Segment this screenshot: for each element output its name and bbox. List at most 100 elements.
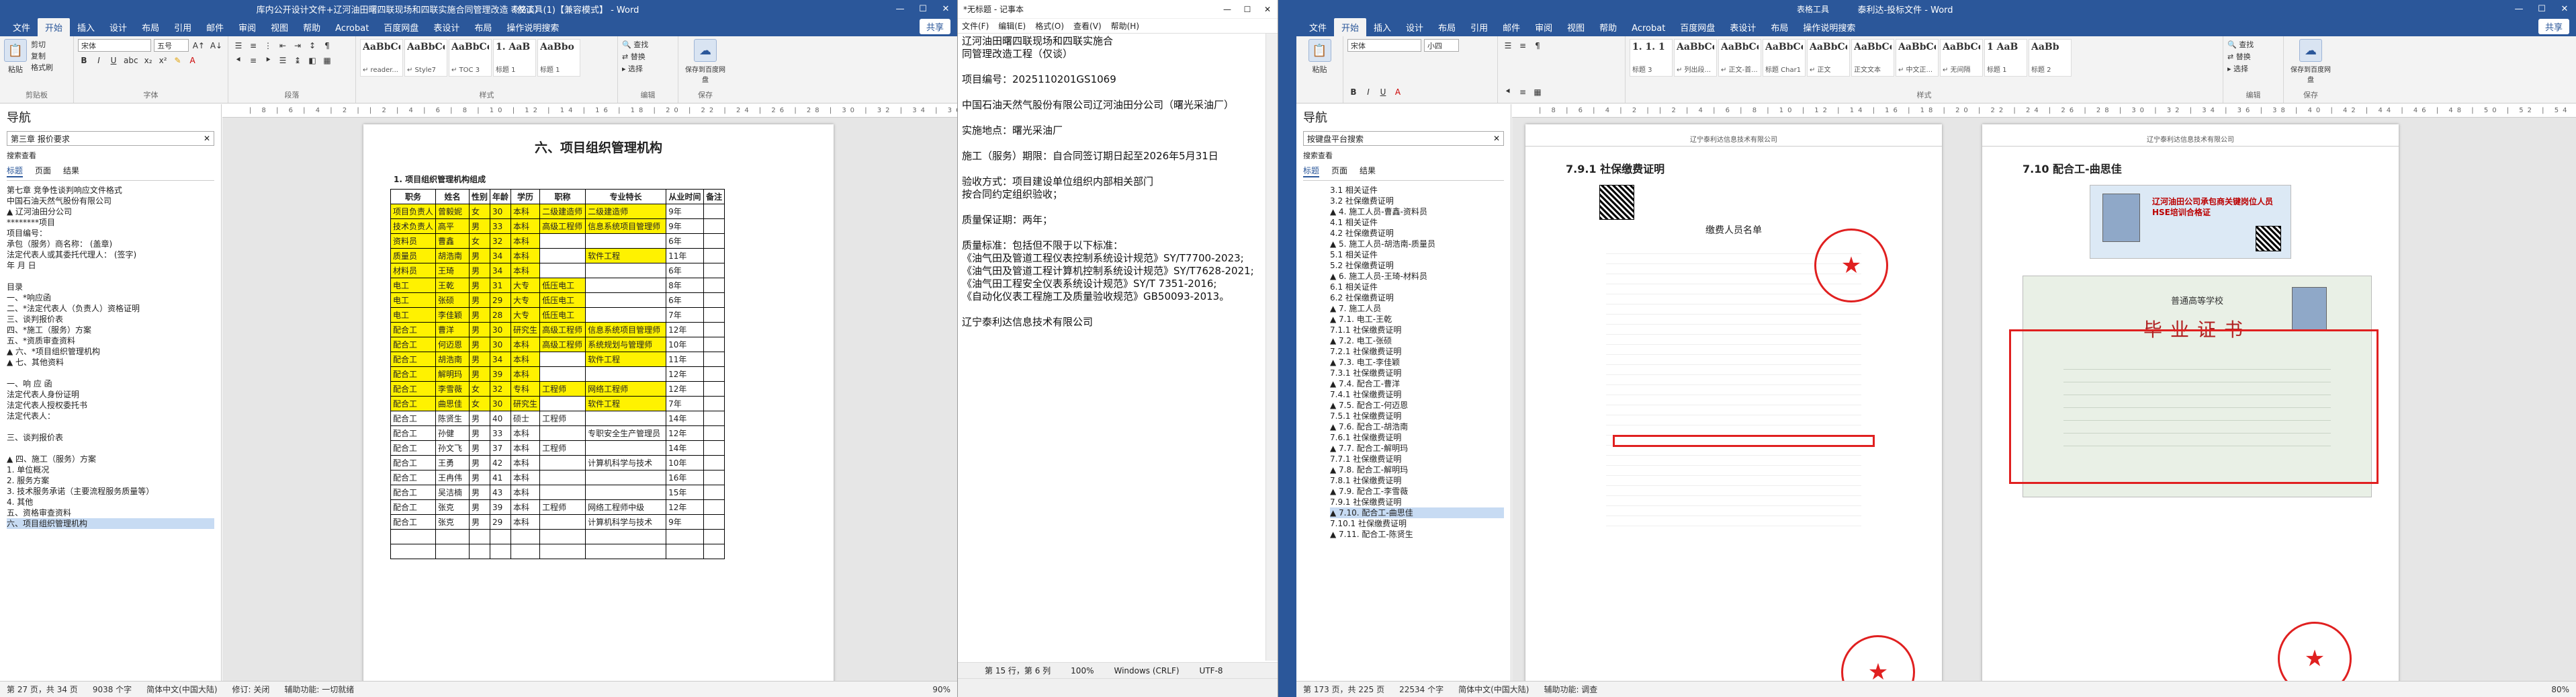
find-button[interactable]: 🔍 查找 bbox=[622, 39, 674, 51]
nav-heading-item[interactable]: 承包（服务）商名称： (盖章) bbox=[7, 239, 214, 249]
table-cell[interactable]: 男 bbox=[469, 337, 491, 352]
table-cell[interactable]: 33 bbox=[490, 425, 512, 441]
nav-heading-item[interactable]: 7.6.1 社保缴费证明 bbox=[1330, 432, 1504, 443]
menu-item[interactable]: 查看(V) bbox=[1073, 20, 1102, 32]
table-cell[interactable]: 软件工程 bbox=[585, 248, 667, 263]
nav-heading-item[interactable]: ▲ 四、施工（服务）方案 bbox=[7, 454, 214, 464]
table-cell[interactable]: 男 bbox=[469, 411, 491, 426]
font-name-select[interactable]: 宋体 bbox=[1347, 39, 1421, 52]
table-cell[interactable]: 胡浩南 bbox=[435, 248, 470, 263]
style-item[interactable]: AaBbCcDı ↵ Style7 bbox=[404, 39, 447, 77]
tab-13[interactable]: 布局 bbox=[1763, 18, 1795, 36]
table-cell[interactable]: 张硕 bbox=[435, 292, 470, 308]
decrease-indent-icon[interactable]: ⇤ bbox=[277, 39, 289, 52]
table-cell[interactable] bbox=[585, 292, 667, 308]
table-row[interactable]: 配合工 胡浩南男 34 本科 软件工程 11年 bbox=[390, 352, 725, 367]
strikethrough-icon[interactable]: abc bbox=[122, 54, 140, 67]
font-name-select[interactable]: 宋体 bbox=[78, 39, 152, 52]
word-count[interactable]: 9038 个字 bbox=[93, 684, 132, 695]
table-cell[interactable]: 男 bbox=[469, 470, 491, 485]
table-cell[interactable]: 配合工 bbox=[390, 337, 437, 352]
table-cell[interactable]: 配合工 bbox=[390, 381, 437, 397]
table-cell[interactable]: 解明玛 bbox=[435, 366, 470, 382]
nav-heading-item[interactable]: 五、*资质审查资料 bbox=[7, 335, 214, 346]
nav-heading-item[interactable]: 1. 单位概况 bbox=[7, 464, 214, 475]
table-cell[interactable] bbox=[585, 544, 667, 559]
table-cell[interactable]: 9年 bbox=[666, 514, 705, 530]
cut-button[interactable]: 剪切 bbox=[31, 39, 53, 50]
table-cell[interactable] bbox=[585, 366, 667, 382]
shrink-font-icon[interactable]: A↓ bbox=[209, 39, 224, 52]
table-cell[interactable] bbox=[585, 278, 667, 293]
table-cell[interactable]: 曹洋 bbox=[435, 322, 470, 337]
table-cell[interactable]: 43 bbox=[490, 485, 512, 500]
borders-icon[interactable]: ▦ bbox=[1531, 85, 1544, 98]
table-cell[interactable] bbox=[666, 529, 705, 544]
table-cell[interactable] bbox=[703, 514, 725, 530]
table-cell[interactable]: 6年 bbox=[666, 292, 705, 308]
nav-heading-item[interactable]: ▲ 七、其他资料 bbox=[7, 357, 214, 368]
bullets-icon[interactable]: ☰ bbox=[232, 39, 245, 52]
close-icon[interactable]: ✕ bbox=[1257, 5, 1278, 14]
table-cell[interactable]: 10年 bbox=[666, 455, 705, 470]
nav-heading-item[interactable]: 3.2 社保缴费证明 bbox=[1330, 196, 1504, 206]
table-cell[interactable]: 男 bbox=[469, 514, 491, 530]
table-row[interactable] bbox=[390, 529, 725, 544]
close-icon[interactable]: ✕ bbox=[2553, 4, 2576, 14]
table-cell[interactable] bbox=[585, 529, 667, 544]
style-item[interactable]: AaBbCcDı ↵ 中文正... bbox=[1896, 39, 1939, 77]
maximize-icon[interactable]: ☐ bbox=[1237, 5, 1257, 14]
tab-0[interactable]: 文件 bbox=[5, 18, 38, 36]
close-icon[interactable]: ✕ bbox=[934, 4, 957, 14]
tab-11[interactable]: 百度网盘 bbox=[1673, 18, 1722, 36]
tab-6[interactable]: 邮件 bbox=[1495, 18, 1527, 36]
menu-item[interactable]: 编辑(E) bbox=[998, 20, 1026, 32]
format-painter-button[interactable]: 格式刷 bbox=[31, 62, 53, 73]
nav-heading-item[interactable]: 3. 技术服务承诺（主要流程服务质量等） bbox=[7, 486, 214, 497]
table-cell[interactable]: 网络工程师 bbox=[585, 381, 667, 397]
nav-heading-item[interactable]: 4.1 相关证件 bbox=[1330, 217, 1504, 228]
minimize-icon[interactable]: — bbox=[1217, 5, 1237, 14]
nav-heading-item[interactable]: 法定代表人授权委托书 bbox=[7, 400, 214, 411]
nav-heading-item[interactable]: ▲ 7.9. 配合工-李雪薇 bbox=[1330, 486, 1504, 497]
table-cell[interactable] bbox=[703, 352, 725, 367]
table-row[interactable]: 配合工 解明玛男 39 本科 12年 bbox=[390, 366, 725, 382]
zoom-level[interactable]: 90% bbox=[932, 685, 950, 694]
table-cell[interactable]: 本科 bbox=[510, 204, 541, 219]
table-cell[interactable]: 男 bbox=[469, 352, 491, 367]
table-row[interactable]: 配合工 张克男 29 本科 计算机科学与技术 9年 bbox=[390, 514, 725, 530]
accessibility[interactable]: 辅助功能: 调查 bbox=[1544, 684, 1597, 695]
tab-1[interactable]: 开始 bbox=[1334, 18, 1367, 36]
table-cell[interactable]: 男 bbox=[469, 218, 491, 234]
horizontal-ruler[interactable]: | 8 | 6 | 4 | 2 | | 2 | 4 | 6 | 8 | 10 |… bbox=[1512, 104, 2576, 118]
table-row[interactable]: 电工 王乾男 31 大专 低压电工 8年 bbox=[390, 278, 725, 293]
line-spacing-icon[interactable]: ↨ bbox=[292, 54, 304, 67]
tab-9[interactable]: 帮助 bbox=[296, 18, 328, 36]
nav-heading-item[interactable] bbox=[7, 421, 214, 432]
align-right-icon[interactable]: ⯈ bbox=[262, 54, 274, 67]
nav-heading-item[interactable]: ▲ 6. 施工人员-王琦-材料员 bbox=[1330, 271, 1504, 282]
table-cell[interactable]: 王琦 bbox=[435, 263, 470, 278]
style-item[interactable]: AaBbCcDd 正文文本 bbox=[1851, 39, 1894, 77]
table-cell[interactable]: 本科 bbox=[510, 499, 541, 515]
table-cell[interactable]: 本科 bbox=[510, 425, 541, 441]
table-cell[interactable] bbox=[539, 544, 586, 559]
nav-heading-item[interactable] bbox=[7, 368, 214, 378]
table-cell[interactable]: 男 bbox=[469, 248, 491, 263]
sort-icon[interactable]: ↕ bbox=[306, 39, 318, 52]
table-row[interactable]: 电工 李佳颖男 28 大专 低压电工 7年 bbox=[390, 307, 725, 323]
table-cell[interactable]: 陈贤生 bbox=[435, 411, 470, 426]
tab-10[interactable]: Acrobat bbox=[328, 21, 376, 36]
nav-heading-item[interactable]: 六、项目组织管理机构 bbox=[7, 518, 214, 529]
table-cell[interactable]: 低压电工 bbox=[539, 292, 586, 308]
nav-heading-item[interactable]: ▲ 7.8. 配合工-解明玛 bbox=[1330, 464, 1504, 475]
tab-8[interactable]: 视图 bbox=[1560, 18, 1592, 36]
table-cell[interactable]: 12年 bbox=[666, 425, 705, 441]
nav-search-input[interactable]: 按键盘平台搜索 ✕ bbox=[1303, 131, 1504, 146]
clear-icon[interactable]: ✕ bbox=[1493, 134, 1500, 143]
nav-heading-item[interactable]: 6.2 社保缴费证明 bbox=[1330, 292, 1504, 303]
table-cell[interactable]: 王冉伟 bbox=[435, 470, 470, 485]
table-cell[interactable] bbox=[703, 278, 725, 293]
table-cell[interactable]: 11年 bbox=[666, 248, 705, 263]
table-cell[interactable]: 42 bbox=[490, 455, 512, 470]
